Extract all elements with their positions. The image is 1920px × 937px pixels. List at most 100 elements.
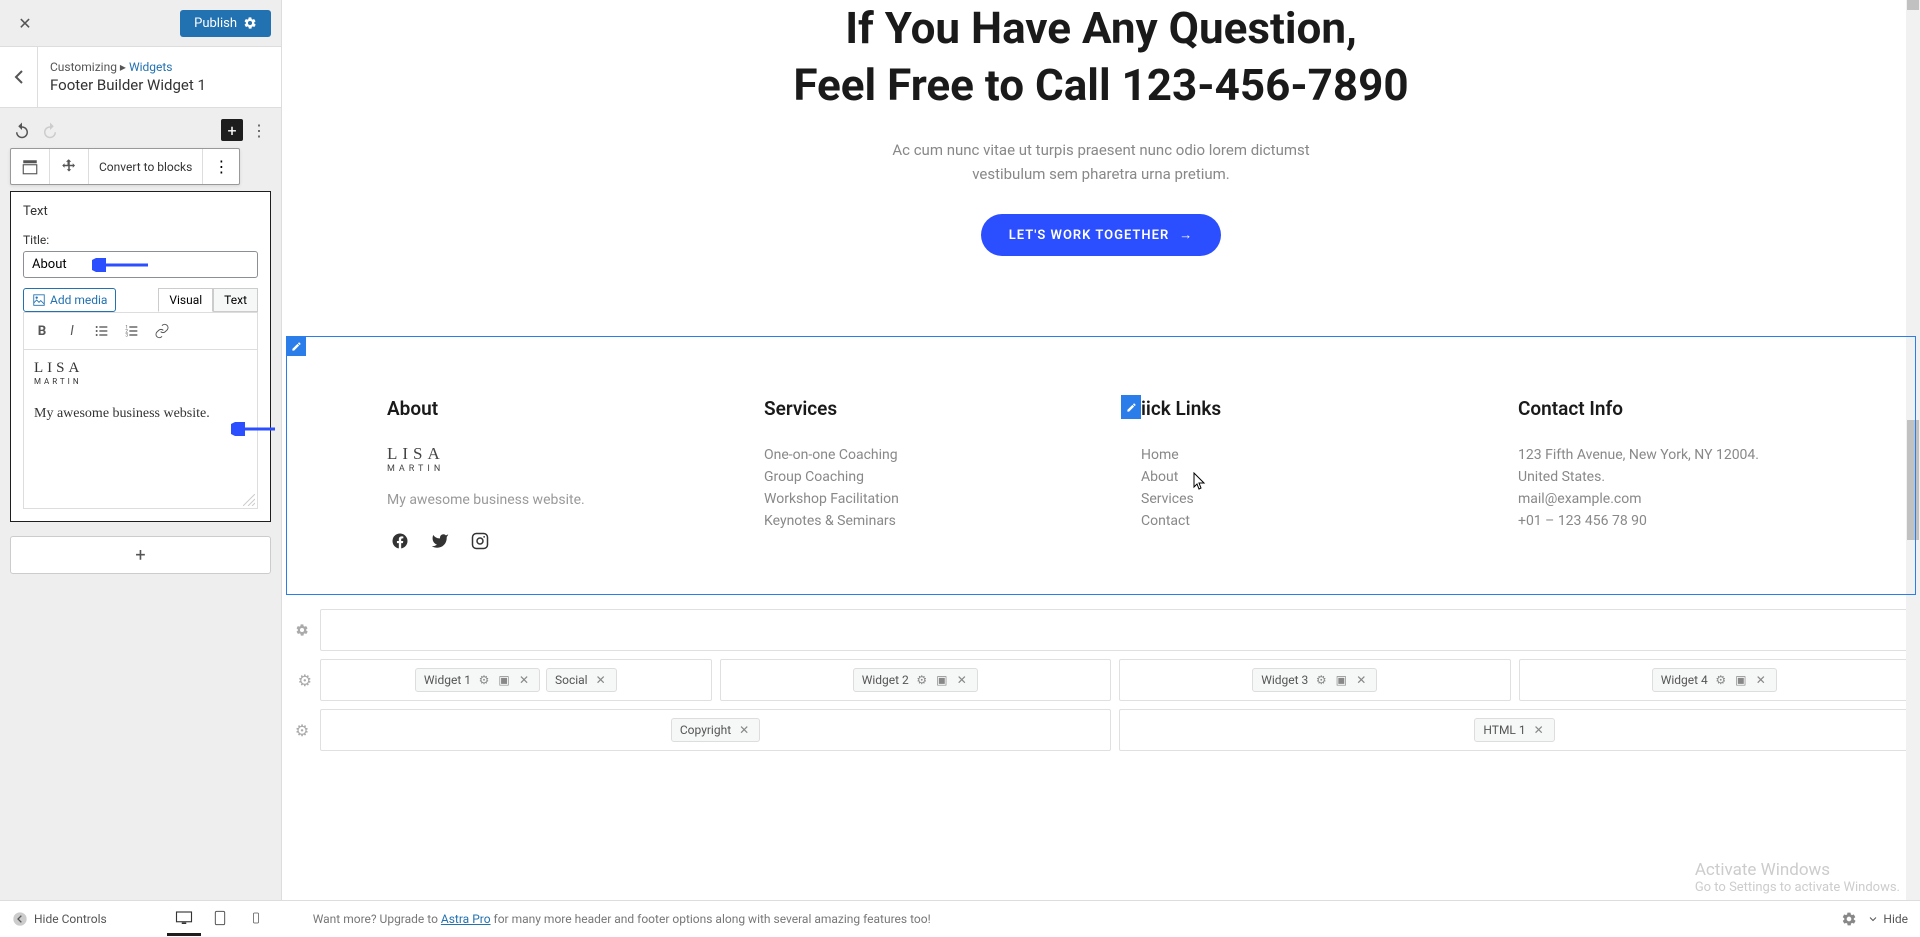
copyright-chip[interactable]: Copyright✕ [671, 718, 760, 742]
row-settings-button[interactable]: ⚙ [292, 659, 312, 701]
list-item[interactable]: Services [1141, 488, 1438, 510]
footer-about-desc: My awesome business website. [387, 492, 684, 508]
gear-icon[interactable]: ⚙ [477, 673, 491, 687]
back-button[interactable] [0, 47, 38, 107]
builder-cell[interactable]: Widget 1⚙▣✕ Social✕ [320, 659, 712, 701]
block-more-button[interactable]: ⋮ [203, 149, 239, 184]
resize-handle-icon[interactable] [243, 494, 255, 506]
svg-text:3: 3 [125, 332, 128, 338]
ul-icon [94, 323, 110, 339]
builder-cell[interactable]: Widget 2⚙▣✕ [720, 659, 1112, 701]
move-button[interactable] [50, 149, 89, 184]
html-chip[interactable]: HTML 1✕ [1474, 718, 1554, 742]
visibility-icon[interactable]: ▣ [497, 673, 511, 687]
desktop-view-button[interactable] [167, 902, 201, 936]
annotation-arrow-icon [92, 258, 148, 272]
list-item[interactable]: mail@example.com [1518, 488, 1815, 510]
gear-icon[interactable]: ⚙ [1314, 673, 1328, 687]
chevron-down-icon [1867, 913, 1879, 925]
visibility-icon[interactable]: ▣ [1734, 673, 1748, 687]
rich-text-editor[interactable]: LISA MARTIN My awesome business website. [23, 349, 258, 509]
text-tab[interactable]: Text [213, 288, 258, 312]
drag-icon [60, 158, 78, 176]
list-item[interactable]: Keynotes & Seminars [764, 510, 1061, 532]
tablet-view-button[interactable] [203, 902, 237, 936]
breadcrumb: Customizing ▸ Widgets [50, 60, 269, 74]
mobile-view-button[interactable] [239, 902, 273, 936]
edit-section-button[interactable] [286, 336, 306, 356]
italic-button[interactable]: I [58, 317, 86, 345]
editor-body-text: My awesome business website. [34, 406, 247, 422]
twitter-icon[interactable] [427, 528, 453, 554]
ol-button[interactable]: 123 [118, 317, 146, 345]
undo-button[interactable] [10, 118, 34, 142]
ol-icon: 123 [124, 323, 140, 339]
widget-chip[interactable]: Widget 2⚙▣✕ [853, 668, 978, 692]
widget-chip[interactable]: Widget 1⚙▣✕ [415, 668, 540, 692]
builder-empty-row[interactable] [320, 609, 1910, 651]
add-media-button[interactable]: Add media [23, 288, 116, 312]
convert-to-blocks-button[interactable]: Convert to blocks [89, 149, 203, 184]
windows-watermark: Activate Windows Go to Settings to activ… [1695, 860, 1900, 895]
publish-label: Publish [194, 16, 237, 31]
more-options-button[interactable]: ⋮ [247, 118, 271, 142]
row-settings-button[interactable]: ⚙ [292, 709, 312, 751]
link-button[interactable] [148, 317, 176, 345]
mobile-icon [250, 909, 262, 927]
widget-chip[interactable]: Widget 3⚙▣✕ [1252, 668, 1377, 692]
list-item[interactable]: Contact [1141, 510, 1438, 532]
ul-button[interactable] [88, 317, 116, 345]
hide-controls-button[interactable]: Hide Controls [12, 911, 107, 927]
block-type-button[interactable] [11, 149, 50, 184]
astra-pro-link[interactable]: Astra Pro [441, 912, 491, 926]
visual-tab[interactable]: Visual [158, 288, 213, 312]
row-settings-button[interactable] [292, 609, 312, 651]
cta-button[interactable]: LET'S WORK TOGETHER → [981, 214, 1221, 256]
close-icon[interactable]: ✕ [955, 673, 969, 687]
close-icon[interactable]: ✕ [737, 723, 751, 737]
builder-cell[interactable]: HTML 1✕ [1119, 709, 1910, 751]
redo-icon [41, 121, 59, 139]
builder-cell[interactable]: Widget 3⚙▣✕ [1119, 659, 1511, 701]
hide-builder-button[interactable]: Hide [1867, 912, 1908, 926]
close-icon[interactable]: ✕ [1354, 673, 1368, 687]
close-icon[interactable]: ✕ [1754, 673, 1768, 687]
facebook-icon[interactable] [387, 528, 413, 554]
gear-icon[interactable]: ⚙ [1714, 673, 1728, 687]
list-item[interactable]: One-on-one Coaching [764, 444, 1061, 466]
footer-col-services: Services One-on-one Coaching Group Coach… [764, 397, 1061, 554]
instagram-icon[interactable] [467, 528, 493, 554]
add-widget-button[interactable]: + [10, 536, 271, 574]
editor-logo-top: LISA [34, 360, 247, 377]
settings-button[interactable] [1841, 911, 1857, 927]
widget-chip[interactable]: Widget 4⚙▣✕ [1652, 668, 1777, 692]
visibility-icon[interactable]: ▣ [935, 673, 949, 687]
footer-about-title: About [387, 397, 684, 420]
list-item: United States. [1518, 466, 1815, 488]
add-block-button[interactable]: + [221, 119, 243, 141]
list-item[interactable]: Group Coaching [764, 466, 1061, 488]
close-icon[interactable]: ✕ [594, 673, 608, 687]
gear-icon[interactable]: ⚙ [915, 673, 929, 687]
list-item[interactable]: About [1141, 466, 1438, 488]
pencil-icon [291, 341, 302, 352]
customizer-sidebar: ✕ Publish Customizing ▸ Widgets Footer B… [0, 0, 282, 937]
footer-builder-grid: ⚙ Widget 1⚙▣✕ Social✕ Widget 2⚙▣✕ Widget… [282, 595, 1920, 751]
builder-cell[interactable]: Copyright✕ [320, 709, 1111, 751]
close-customizer-button[interactable]: ✕ [10, 8, 40, 38]
bold-button[interactable]: B [28, 317, 56, 345]
close-icon[interactable]: ✕ [1532, 723, 1546, 737]
list-item[interactable]: Home [1141, 444, 1438, 466]
visibility-icon[interactable]: ▣ [1334, 673, 1348, 687]
edit-widget-button[interactable] [1121, 395, 1141, 419]
close-icon[interactable]: ✕ [517, 673, 531, 687]
collapse-icon [12, 911, 28, 927]
footer-quicklinks-title: iick Links [1141, 397, 1438, 420]
breadcrumb-link[interactable]: Widgets [129, 60, 173, 74]
list-item[interactable]: Workshop Facilitation [764, 488, 1061, 510]
footer-contact-title: Contact Info [1518, 397, 1815, 420]
builder-cell[interactable]: Widget 4⚙▣✕ [1519, 659, 1911, 701]
publish-button[interactable]: Publish [180, 10, 271, 37]
link-icon [154, 323, 170, 339]
social-chip[interactable]: Social✕ [546, 668, 617, 692]
